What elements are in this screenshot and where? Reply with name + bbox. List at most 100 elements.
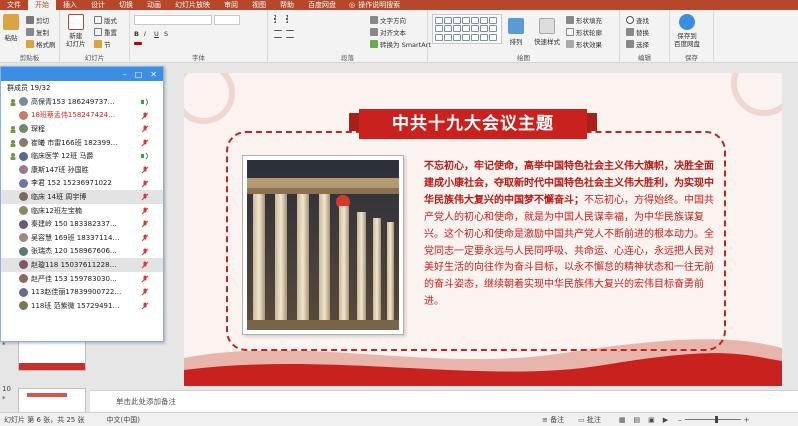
- menu-tab-9[interactable]: 帮助: [273, 0, 301, 10]
- layout-button[interactable]: 版式: [94, 15, 117, 25]
- mic-muted-icon[interactable]: [141, 112, 149, 120]
- shape-option[interactable]: [435, 17, 443, 24]
- member-item[interactable]: 康斯147班 孙国胜: [1, 163, 163, 177]
- member-item[interactable]: 秦建岭 150 183382337…: [1, 217, 163, 231]
- shape-option[interactable]: [444, 17, 452, 24]
- mic-muted-icon[interactable]: [141, 302, 149, 310]
- speaker-on-icon[interactable]: [141, 152, 149, 160]
- menu-tab-1[interactable]: 开始: [28, 0, 56, 10]
- shapes-gallery[interactable]: [432, 14, 502, 44]
- align-left-button[interactable]: [274, 30, 282, 38]
- cut-button[interactable]: 剪切: [26, 15, 49, 25]
- member-item[interactable]: 赵严佳 153 159783030…: [1, 272, 163, 286]
- mic-muted-icon[interactable]: [141, 248, 149, 256]
- menu-tab-2[interactable]: 插入: [56, 0, 84, 10]
- zoom-slider[interactable]: – +: [678, 416, 749, 424]
- zoom-out-icon[interactable]: –: [678, 416, 682, 424]
- text-direction-button[interactable]: 文字方向: [370, 15, 406, 25]
- shape-option[interactable]: [444, 33, 452, 41]
- close-icon[interactable]: ✕: [150, 70, 157, 79]
- format-painter-button[interactable]: 格式刷: [26, 39, 56, 49]
- menu-tab-7[interactable]: 审阅: [217, 0, 245, 10]
- shape-option[interactable]: [480, 17, 488, 24]
- shape-outline-button[interactable]: 形状轮廓: [566, 27, 602, 37]
- mic-muted-icon[interactable]: [141, 288, 149, 296]
- mic-muted-icon[interactable]: [141, 139, 149, 147]
- font-name-input[interactable]: [134, 15, 212, 25]
- zoom-track[interactable]: [684, 416, 741, 423]
- arrange-button[interactable]: 排列: [508, 18, 524, 46]
- mic-muted-icon[interactable]: [141, 234, 149, 242]
- bold-button[interactable]: B: [134, 30, 139, 38]
- zoom-thumb[interactable]: [714, 416, 718, 423]
- slideshow-view-icon[interactable]: ▶: [663, 416, 668, 424]
- chat-titlebar[interactable]: – □ ✕: [1, 67, 163, 81]
- shape-option[interactable]: [489, 25, 497, 33]
- italic-button[interactable]: I: [144, 30, 146, 38]
- select-button[interactable]: 选择: [626, 39, 649, 49]
- shape-option[interactable]: [453, 25, 461, 33]
- member-item[interactable]: 高保青153 18624973​7…: [1, 95, 163, 109]
- member-item[interactable]: 张瑞杰 120 158967606…: [1, 245, 163, 259]
- member-item[interactable]: 琛程: [1, 122, 163, 136]
- menu-tab-4[interactable]: 切换: [112, 0, 140, 10]
- align-text-button[interactable]: 对齐文本: [370, 27, 406, 37]
- menu-tab-10[interactable]: 百度网盘: [301, 0, 343, 10]
- member-item[interactable]: 118班 范紫微 15729491…: [1, 299, 163, 313]
- numbering-button[interactable]: [286, 15, 294, 23]
- shape-option[interactable]: [444, 25, 452, 33]
- shape-option[interactable]: [480, 25, 488, 33]
- shape-effects-button[interactable]: 形状效果: [566, 39, 602, 49]
- slide-body-text[interactable]: 不忘初心，牢记使命，高举中国特色社会主义伟大旗帜，决胜全面建成小康社会，夺取新时…: [424, 159, 716, 311]
- shape-option[interactable]: [435, 25, 443, 33]
- quick-styles-button[interactable]: 快速样式: [534, 18, 560, 46]
- member-item[interactable]: 18班蔡孟伟158247424…: [1, 109, 163, 123]
- mic-muted-icon[interactable]: [141, 166, 149, 174]
- shape-option[interactable]: [471, 33, 479, 41]
- shape-option[interactable]: [462, 25, 470, 33]
- shape-option[interactable]: [453, 17, 461, 24]
- member-item[interactable]: 李君 152 15236971022: [1, 177, 163, 191]
- menu-tab-3[interactable]: 设计: [84, 0, 112, 10]
- reading-view-icon[interactable]: ▣: [648, 416, 655, 424]
- member-item[interactable]: 赵璇118 15037611228…: [1, 258, 163, 272]
- menu-tab-6[interactable]: 幻灯片放映: [168, 0, 217, 10]
- normal-view-icon[interactable]: ▦: [619, 416, 626, 424]
- find-button[interactable]: 查找: [626, 15, 649, 25]
- member-item[interactable]: 临床医学 12班 马爵: [1, 149, 163, 163]
- notes-button[interactable]: ≡ 备注: [542, 415, 564, 425]
- bullets-button[interactable]: [274, 15, 282, 23]
- shape-option[interactable]: [471, 25, 479, 33]
- chat-member-window[interactable]: – □ ✕ 群成员 19/32 高保青153 18624973​7… 18班蔡孟伟…: [0, 66, 164, 342]
- shape-option[interactable]: [462, 33, 470, 41]
- sorter-view-icon[interactable]: ▤: [634, 416, 641, 424]
- shape-fill-button[interactable]: 形状填充: [566, 15, 602, 25]
- member-item[interactable]: 临床12班左宝楠: [1, 204, 163, 218]
- mic-muted-icon[interactable]: [141, 220, 149, 228]
- copy-button[interactable]: 复制: [26, 27, 49, 37]
- shape-option[interactable]: [435, 33, 443, 41]
- mic-muted-icon[interactable]: [141, 193, 149, 201]
- member-item[interactable]: 吴容慧 169班 18337114…: [1, 231, 163, 245]
- member-item[interactable]: 崔曦 市雷166班 182399…: [1, 136, 163, 150]
- maximize-icon[interactable]: □: [135, 70, 143, 79]
- slide-canvas[interactable]: 中共十九大会议主题 不忘初心，牢记使命，高举中国特色社会主义伟大旗帜，决胜全面建…: [184, 73, 782, 386]
- zoom-in-icon[interactable]: +: [744, 416, 750, 424]
- mic-muted-icon[interactable]: [141, 207, 149, 215]
- slide-title[interactable]: 中共十九大会议主题: [359, 109, 587, 139]
- minimize-icon[interactable]: –: [123, 70, 127, 79]
- notes-pane[interactable]: 单击此处添加备注: [90, 390, 798, 412]
- replace-button[interactable]: 替换: [626, 27, 649, 37]
- align-center-button[interactable]: [286, 30, 294, 38]
- shape-option[interactable]: [480, 33, 488, 41]
- shadow-button[interactable]: S: [164, 30, 168, 38]
- mic-muted-icon[interactable]: [141, 125, 149, 133]
- font-color-button[interactable]: [134, 42, 142, 45]
- speaker-on-icon[interactable]: [141, 98, 149, 106]
- paste-button[interactable]: 粘贴: [3, 14, 19, 42]
- smartart-button[interactable]: 转换为 SmartArt: [370, 39, 431, 49]
- member-item[interactable]: 113赵佳丽17839900722…: [1, 285, 163, 299]
- underline-button[interactable]: U: [154, 30, 159, 38]
- mic-muted-icon[interactable]: [141, 261, 149, 269]
- language-indicator[interactable]: 中文(中国): [107, 415, 140, 425]
